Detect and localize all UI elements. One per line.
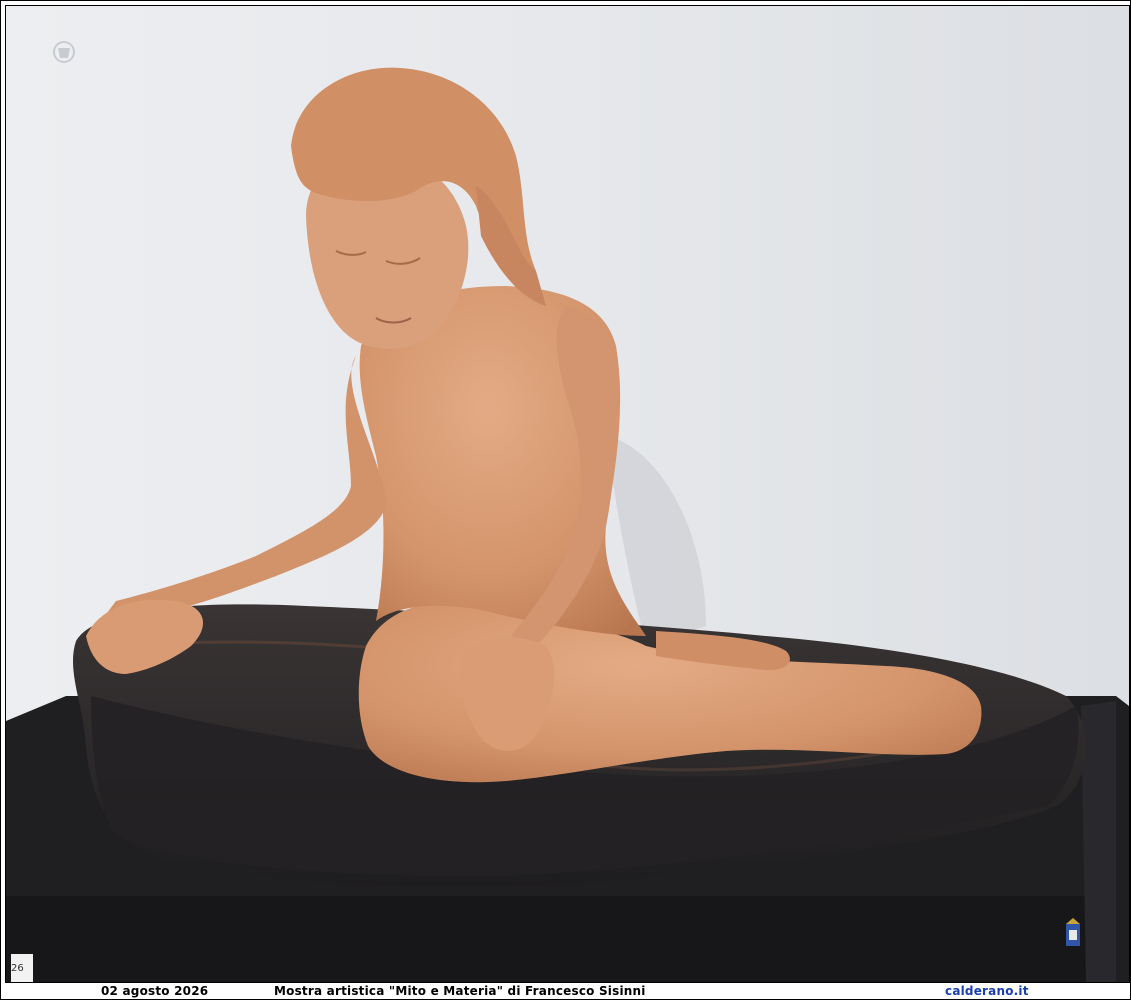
caption-bar: 02 agosto 2026 Mostra artistica "Mito e … (5, 984, 1128, 998)
photo-frame: 26 02 agosto 2026 Mostra artistica "Mito… (0, 0, 1131, 1000)
site-link[interactable]: calderano.it (945, 984, 1029, 998)
caption-date: 02 agosto 2026 (101, 984, 209, 998)
sculpture-photo (6, 6, 1129, 982)
corner-label: 26 (11, 954, 33, 982)
caption-title: Mostra artistica "Mito e Materia" di Fra… (274, 984, 646, 998)
photograph: 26 (5, 5, 1130, 983)
